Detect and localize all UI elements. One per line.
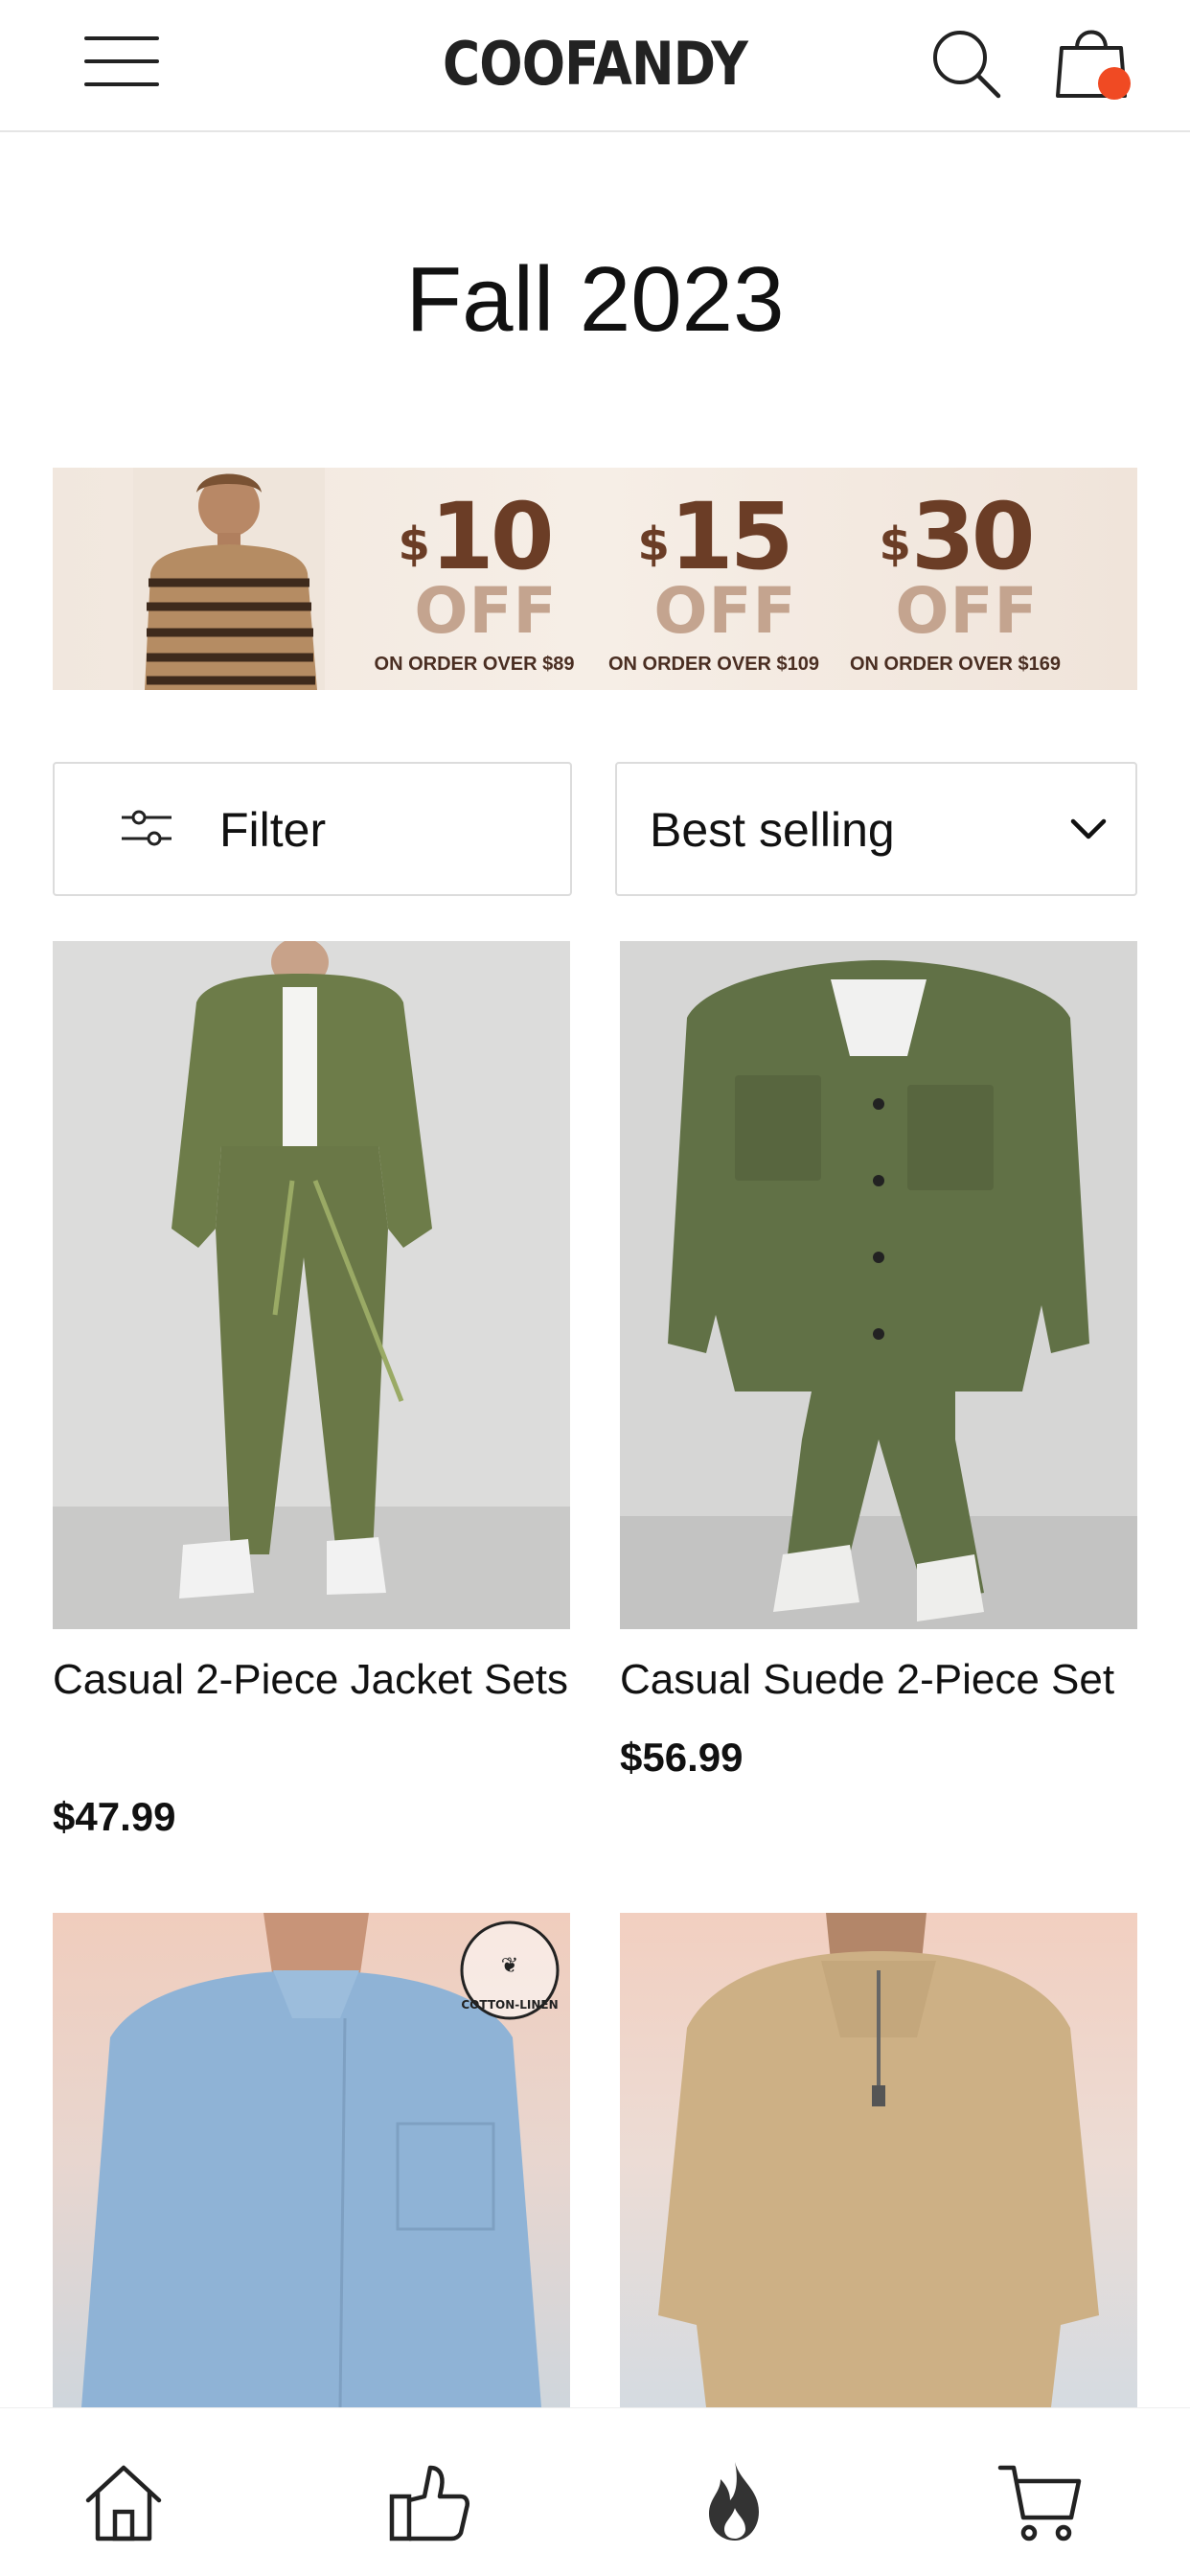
banner-model-image xyxy=(133,468,325,690)
fire-icon[interactable] xyxy=(692,2458,778,2544)
top-header: COOFANDY xyxy=(0,0,1190,132)
product-card[interactable] xyxy=(620,1913,1137,2407)
product-name[interactable]: Casual Suede 2-Piece Set xyxy=(620,1650,1156,1710)
offer-30: $30 OFF ON ORDER OVER $169 xyxy=(840,491,1070,676)
filter-button[interactable]: Filter xyxy=(53,762,572,896)
offer-condition: ON ORDER OVER $89 xyxy=(374,654,575,675)
offer-amount: $15 xyxy=(637,483,794,590)
product-card[interactable]: Casual 2-Piece Jacket Sets $47.99 xyxy=(53,941,570,1861)
offer-off-label: OFF xyxy=(895,574,1039,648)
product-image[interactable]: ❦ COTTON-LINEN xyxy=(53,1913,570,2407)
offer-off-label: OFF xyxy=(414,574,558,648)
product-card[interactable]: Casual Suede 2-Piece Set $56.99 xyxy=(620,941,1137,1804)
sliders-icon xyxy=(122,810,172,846)
product-card[interactable]: ❦ COTTON-LINEN xyxy=(53,1913,570,2407)
search-icon[interactable] xyxy=(927,25,1004,102)
offer-off-label: OFF xyxy=(653,574,797,648)
offer-amount: $30 xyxy=(879,483,1036,590)
offer-condition: ON ORDER OVER $109 xyxy=(607,654,820,675)
offer-condition: ON ORDER OVER $169 xyxy=(849,654,1062,675)
chevron-down-icon xyxy=(1070,818,1107,840)
page: COOFANDY Fall 2023 $10 OFF ON ORDER OVER… xyxy=(0,0,1190,2576)
filter-label: Filter xyxy=(219,803,327,857)
product-price: $56.99 xyxy=(620,1735,744,1780)
cart-icon[interactable] xyxy=(996,2458,1083,2544)
bottom-navigation xyxy=(0,2407,1190,2576)
product-image[interactable] xyxy=(620,941,1137,1629)
thumbs-up-icon[interactable] xyxy=(386,2458,472,2544)
promo-banner[interactable]: $10 OFF ON ORDER OVER $89 $15 OFF ON ORD… xyxy=(53,468,1137,690)
offer-amount: $10 xyxy=(398,483,555,590)
offer-10: $10 OFF ON ORDER OVER $89 xyxy=(359,491,589,676)
home-icon[interactable] xyxy=(80,2458,167,2544)
product-image[interactable] xyxy=(53,941,570,1629)
product-price: $47.99 xyxy=(53,1794,176,1839)
product-image[interactable] xyxy=(620,1913,1137,2407)
cotton-linen-badge: COTTON-LINEN xyxy=(461,1998,558,2012)
offer-15: $15 OFF ON ORDER OVER $109 xyxy=(599,491,829,676)
svg-text:❦: ❦ xyxy=(501,1954,518,1978)
page-title: Fall 2023 xyxy=(405,248,785,351)
sort-label: Best selling xyxy=(650,803,895,857)
sort-select[interactable]: Best selling xyxy=(615,762,1137,896)
product-name[interactable]: Casual 2-Piece Jacket Sets xyxy=(53,1650,589,1710)
cart-badge xyxy=(1098,67,1131,100)
